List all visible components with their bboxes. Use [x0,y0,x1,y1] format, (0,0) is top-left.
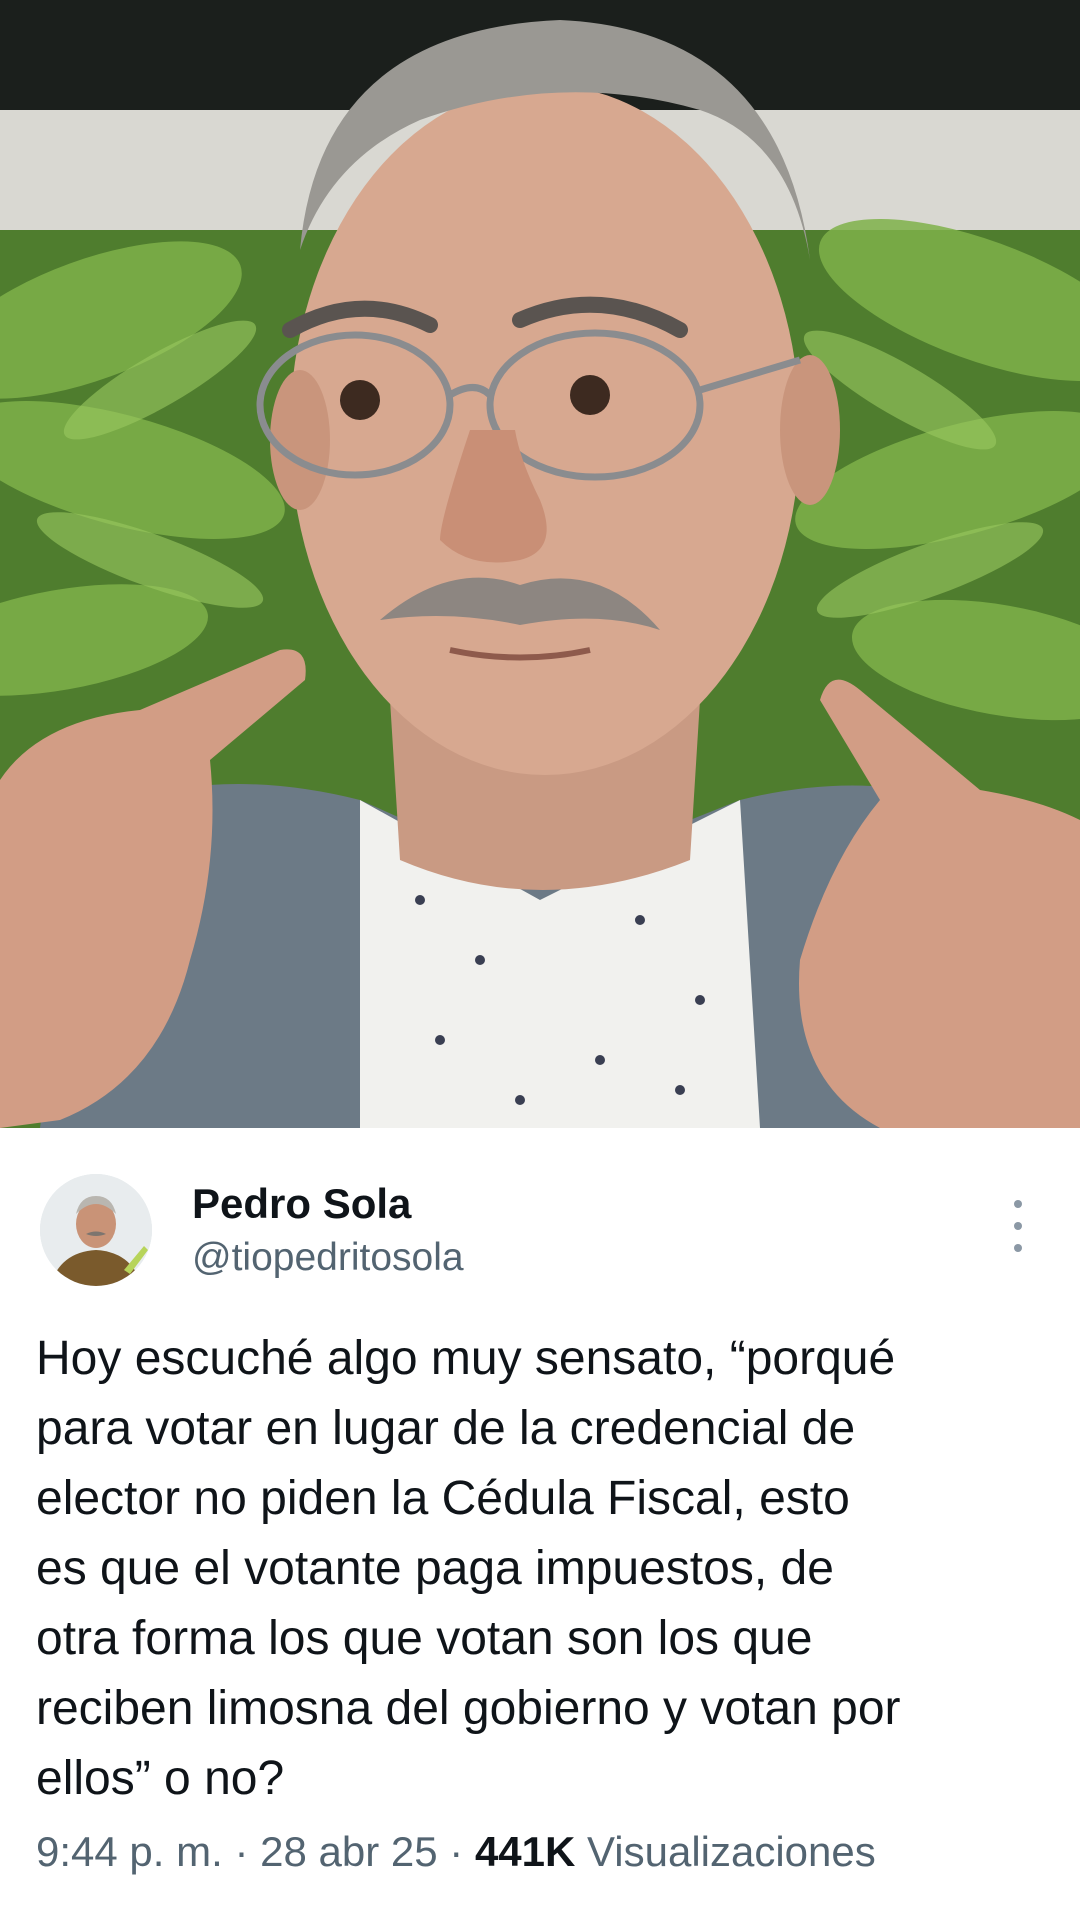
author-avatar[interactable] [40,1174,152,1286]
post-card: Pedro Sola @tiopedritosola Hoy escuché a… [0,1128,1080,1920]
more-vertical-icon[interactable] [1000,1196,1036,1256]
post-time[interactable]: 9:44 p. m. [36,1828,223,1875]
dot [1014,1222,1022,1230]
meta-separator: · [449,1828,464,1875]
author-name[interactable]: Pedro Sola [192,1180,411,1228]
post-date[interactable]: 28 abr 25 [260,1828,437,1875]
post-text: Hoy escuché algo muy sensato, “porqué pa… [36,1332,901,1805]
views-count[interactable]: 441K [475,1828,575,1875]
dot [1014,1244,1022,1252]
post-meta: 9:44 p. m. · 28 abr 25 · 441K Visualizac… [36,1828,876,1876]
author-handle[interactable]: @tiopedritosola [192,1236,464,1280]
views-label[interactable]: Visualizaciones [587,1828,876,1875]
meta-separator: · [234,1828,249,1875]
dot [1014,1200,1022,1208]
post-photo[interactable] [0,0,1080,1128]
